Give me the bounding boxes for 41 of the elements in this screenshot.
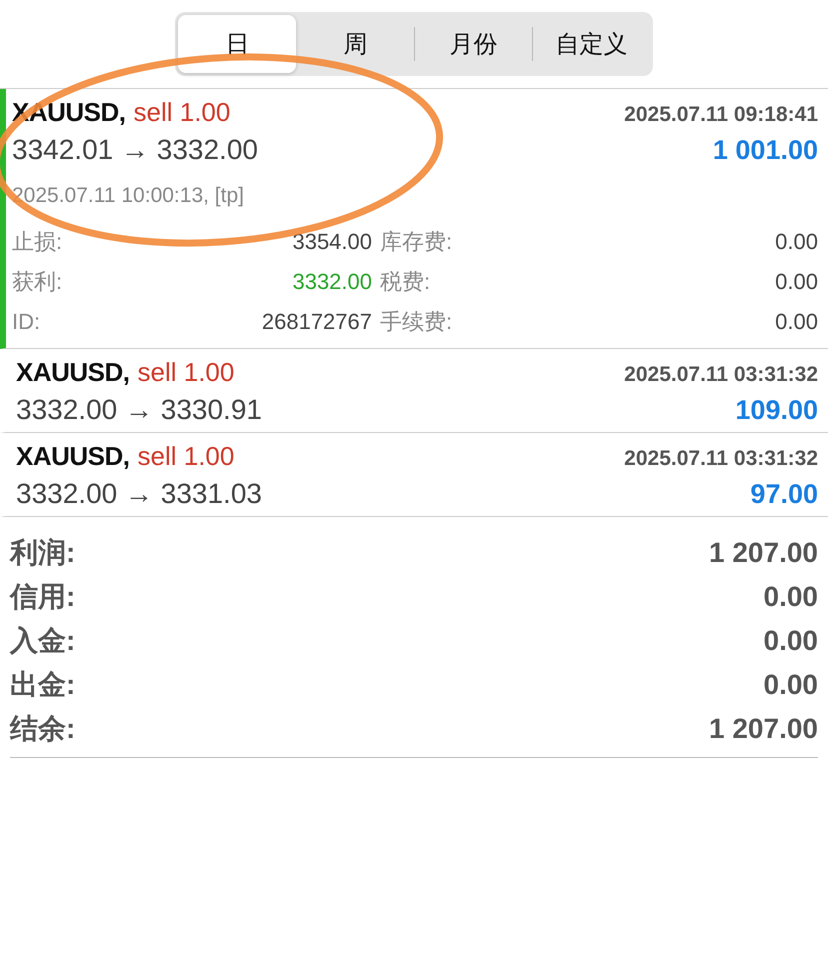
- detail-label: 库存费:: [379, 228, 454, 256]
- detail-label: 手续费:: [379, 308, 454, 336]
- period-tab[interactable]: 自定义: [532, 27, 650, 61]
- period-tab[interactable]: 月份: [414, 27, 532, 61]
- summary-value: 0.00: [764, 581, 818, 613]
- summary-label: 出金:: [10, 668, 76, 702]
- detail-value: 0.00: [774, 229, 818, 255]
- profit-value: 109.00: [735, 395, 818, 426]
- trade-side: sell 1.00: [138, 357, 234, 388]
- summary-label: 利润:: [10, 536, 76, 570]
- detail-label: 止损:: [12, 228, 64, 256]
- detail-value: 0.00: [774, 309, 818, 335]
- trade-row[interactable]: XAUUSD, sell 1.00 2025.07.11 03:31:32 3332.00 → 3331.03 97.00: [0, 433, 828, 517]
- detail-value: 268172767: [260, 309, 372, 335]
- price-range: 3332.00 → 3331.03: [16, 478, 262, 510]
- open-time: 2025.07.11 03:31:32: [624, 447, 818, 471]
- trade-side: sell 1.00: [134, 97, 230, 128]
- profit-value: 1 001.00: [712, 135, 818, 166]
- summary-label: 入金:: [10, 624, 76, 658]
- trade-row[interactable]: XAUUSD, sell 1.00 2025.07.11 03:31:32 3332.00 → 3330.91 109.00: [0, 349, 828, 433]
- detail-value: 3354.00: [291, 229, 372, 255]
- detail-label: 获利:: [12, 268, 64, 296]
- open-time: 2025.07.11 09:18:41: [624, 103, 818, 127]
- summary-label: 信用:: [10, 580, 76, 614]
- summary-value: 0.00: [764, 669, 818, 701]
- detail-value: 0.00: [774, 269, 818, 295]
- profit-value: 97.00: [750, 479, 818, 510]
- detail-label: 税费:: [379, 268, 432, 296]
- price-range: 3332.00 → 3330.91: [16, 394, 262, 426]
- summary-value: 1 207.00: [709, 537, 818, 569]
- detail-value: 3332.00: [291, 269, 372, 295]
- summary-value: 0.00: [764, 625, 818, 657]
- symbol-label: XAUUSD,: [16, 357, 130, 388]
- price-range: 3342.01 → 3332.00: [12, 134, 258, 166]
- symbol-label: XAUUSD,: [16, 441, 130, 472]
- summary-label: 结余:: [10, 712, 76, 746]
- open-time: 2025.07.11 03:31:32: [624, 363, 818, 387]
- summary-value: 1 207.00: [709, 713, 818, 745]
- period-tab[interactable]: 周: [296, 15, 414, 73]
- trade-side: sell 1.00: [138, 441, 234, 472]
- detail-label: ID:: [12, 309, 42, 335]
